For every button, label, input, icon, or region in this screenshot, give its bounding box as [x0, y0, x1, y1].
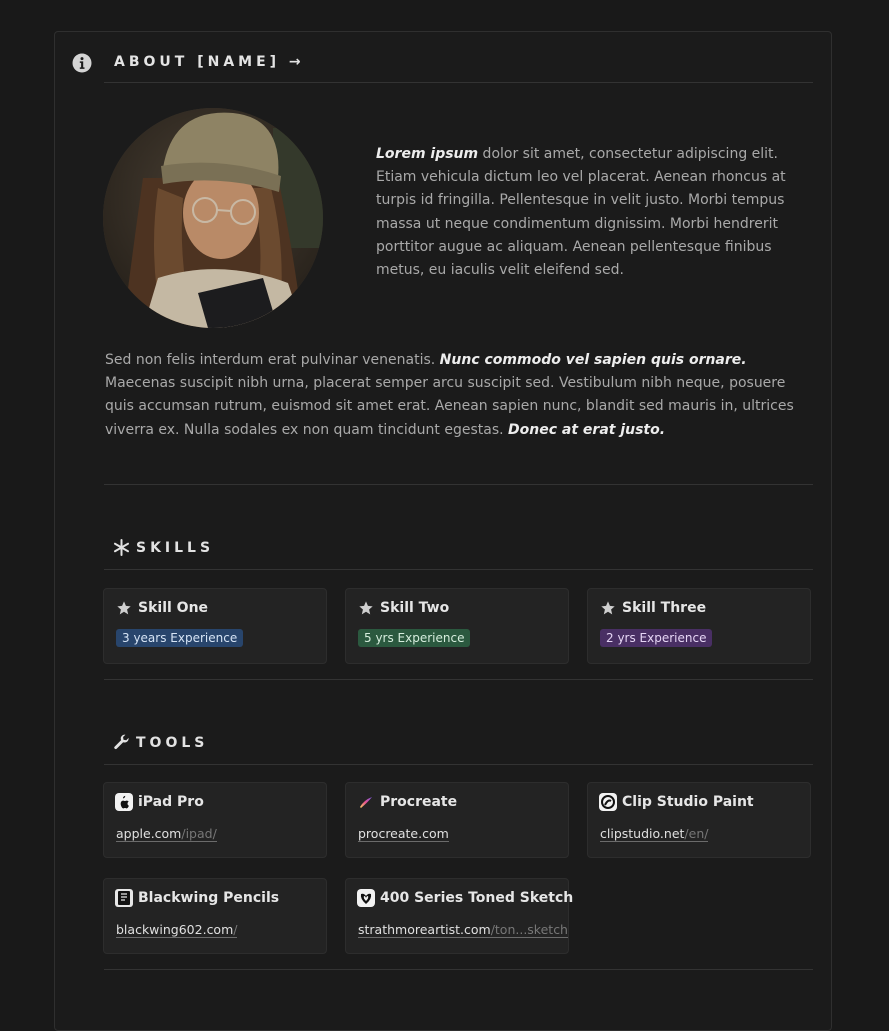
link-path: / — [233, 922, 238, 937]
divider — [104, 679, 813, 680]
tool-link[interactable]: procreate.com — [358, 826, 449, 842]
para-part-c: Maecenas suscipit nibh urna, placerat se… — [105, 375, 794, 438]
tool-name: Clip Studio Paint — [622, 794, 754, 810]
skill-name: Skill Three — [622, 600, 707, 616]
tool-name: iPad Pro — [138, 794, 204, 810]
star-icon — [115, 599, 133, 617]
intro-text: Lorem ipsum dolor sit amet, consectetur … — [376, 143, 816, 282]
link-path: /ipad/ — [181, 826, 217, 841]
tool-card[interactable]: Blackwing Pencils blackwing602.com/ — [103, 878, 327, 954]
tools-heading: TOOLS — [113, 734, 208, 751]
experience-badge: 2 yrs Experience — [600, 629, 713, 647]
skill-card[interactable]: Skill One 3 years Experience — [103, 588, 327, 664]
divider — [104, 969, 813, 970]
blackwing-icon — [115, 889, 133, 907]
tool-link[interactable]: apple.com/ipad/ — [116, 826, 217, 842]
star-icon — [599, 599, 617, 617]
link-domain: procreate.com — [358, 826, 449, 841]
divider — [104, 569, 813, 570]
tool-name: Blackwing Pencils — [138, 890, 280, 906]
asterisk-icon — [114, 539, 129, 556]
skill-card[interactable]: Skill Three 2 yrs Experience — [587, 588, 811, 664]
para-bold-d: Donec at erat justo. — [508, 421, 666, 438]
tool-link[interactable]: blackwing602.com/ — [116, 922, 238, 938]
tools-heading-label: TOOLS — [136, 734, 209, 751]
star-icon — [357, 599, 375, 617]
link-path: /ton...sketch — [490, 922, 568, 937]
skills-heading-label: SKILLS — [136, 539, 215, 556]
page-title[interactable]: ABOUT [NAME] → — [114, 54, 305, 70]
intro-bold: Lorem ipsum — [376, 146, 479, 162]
skill-name: Skill One — [138, 600, 209, 616]
para-part-a: Sed non felis interdum erat pulvinar ven… — [105, 352, 440, 368]
tool-card[interactable]: 400 Series Toned Sketch strathmoreartist… — [345, 878, 573, 954]
skill-card[interactable]: Skill Two 5 yrs Experience — [345, 588, 569, 664]
tool-card[interactable]: Procreate procreate.com — [345, 782, 569, 858]
divider — [104, 484, 813, 485]
tool-link[interactable]: clipstudio.net/en/ — [600, 826, 709, 842]
avatar — [103, 108, 323, 328]
skill-name: Skill Two — [380, 600, 450, 616]
wrench-icon — [114, 734, 129, 750]
tool-card[interactable]: iPad Pro apple.com/ipad/ — [103, 782, 327, 858]
clip-studio-icon — [599, 793, 617, 811]
intro-body: dolor sit amet, consectetur adipiscing e… — [376, 146, 786, 279]
info-icon — [72, 53, 92, 73]
procreate-icon — [357, 793, 375, 811]
link-domain: strathmoreartist.com — [358, 922, 491, 937]
tool-name: 400 Series Toned Sketch — [380, 890, 574, 906]
experience-badge: 3 years Experience — [116, 629, 244, 647]
tool-link[interactable]: strathmoreartist.com/ton...sketch — [358, 922, 568, 938]
link-domain: blackwing602.com — [116, 922, 234, 937]
divider — [104, 764, 813, 765]
divider — [104, 82, 813, 83]
about-paragraph: Sed non felis interdum erat pulvinar ven… — [105, 349, 805, 442]
para-bold-b: Nunc commodo vel sapien quis ornare. — [439, 352, 747, 368]
link-domain: apple.com — [116, 826, 182, 841]
skills-heading: SKILLS — [113, 539, 214, 556]
apple-icon — [115, 793, 133, 811]
experience-badge: 5 yrs Experience — [358, 629, 471, 647]
strathmore-icon — [357, 889, 375, 907]
link-domain: clipstudio.net — [600, 826, 685, 841]
link-path: /en/ — [684, 826, 709, 841]
tool-card[interactable]: Clip Studio Paint clipstudio.net/en/ — [587, 782, 811, 858]
tool-name: Procreate — [380, 794, 458, 810]
